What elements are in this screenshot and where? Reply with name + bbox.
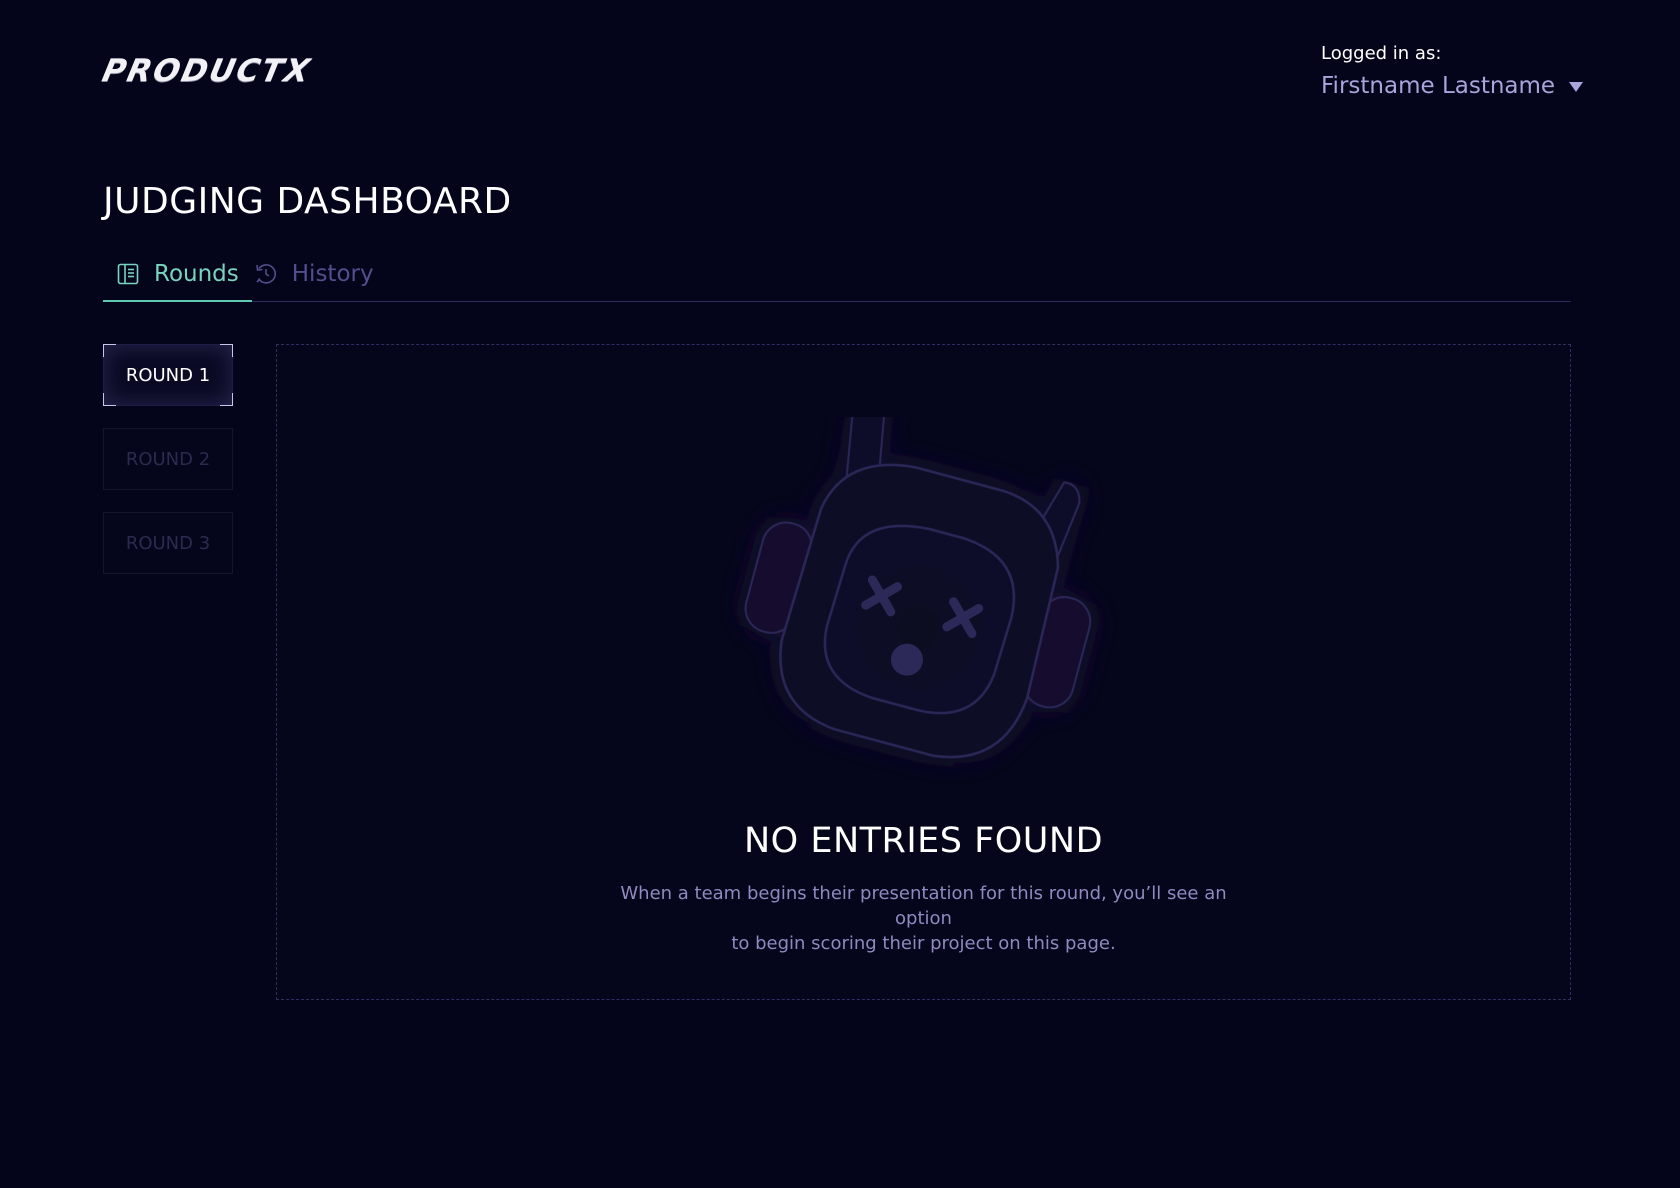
book-icon: [116, 262, 140, 286]
corner-decoration: [103, 393, 116, 406]
caret-down-icon[interactable]: [1569, 82, 1584, 92]
clock-history-icon: [254, 262, 278, 286]
empty-state-description-line-1: When a team begins their presentation fo…: [620, 883, 1227, 929]
empty-state-description-line-2: to begin scoring their project on this p…: [731, 933, 1116, 954]
tab-history[interactable]: History: [252, 248, 387, 300]
productx-logo[interactable]: PRODUCTX: [99, 53, 314, 89]
corner-decoration: [220, 393, 233, 406]
user-dropdown[interactable]: Firstname Lastname: [1321, 72, 1584, 100]
round-3-button[interactable]: ROUND 3: [103, 512, 233, 574]
corner-decoration: [103, 344, 116, 357]
round-1-button[interactable]: ROUND 1: [103, 344, 233, 406]
judging-dashboard-page: PRODUCTX Logged in as: Firstname Lastnam…: [0, 0, 1680, 1188]
tab-bar: Rounds History: [103, 248, 1571, 302]
corner-decoration: [220, 344, 233, 357]
tab-history-label: History: [291, 261, 374, 287]
empty-state-title: NO ENTRIES FOUND: [743, 821, 1104, 861]
dead-robot-icon: [744, 417, 1092, 759]
round-2-label: ROUND 2: [125, 448, 211, 470]
user-name[interactable]: Firstname Lastname: [1321, 72, 1555, 100]
page-title: JUDGING DASHBOARD: [103, 181, 512, 222]
empty-state-panel: NO ENTRIES FOUND When a team begins thei…: [276, 344, 1571, 1000]
round-1-label: ROUND 1: [125, 364, 211, 386]
round-2-button[interactable]: ROUND 2: [103, 428, 233, 490]
tab-rounds-label: Rounds: [154, 261, 239, 287]
round-3-label: ROUND 3: [125, 532, 211, 554]
logged-in-label: Logged in as:: [1321, 43, 1442, 64]
tab-rounds[interactable]: Rounds: [103, 248, 252, 302]
empty-state-description: When a team begins their presentation fo…: [597, 881, 1250, 956]
user-menu: Logged in as: Firstname Lastname: [1321, 42, 1584, 100]
